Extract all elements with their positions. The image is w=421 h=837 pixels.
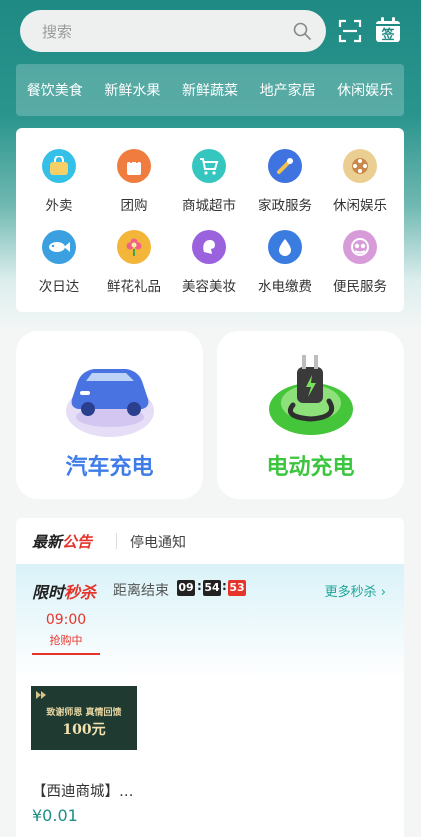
service-label: 水电缴费 <box>258 279 312 295</box>
time-slot-tab[interactable]: 09:00 <box>32 612 100 628</box>
service-flowers[interactable]: 鲜花礼品 <box>95 230 173 295</box>
shopping-cart-icon <box>192 149 226 183</box>
countdown-hours: 09 <box>177 580 195 596</box>
service-next-day[interactable]: 次日达 <box>20 230 98 295</box>
category-item[interactable]: 地产家居 <box>260 80 316 100</box>
car-charging-label: 汽车充电 <box>65 455 154 480</box>
service-group-buy[interactable]: 团购 <box>95 149 173 214</box>
search-placeholder: 搜索 <box>42 23 73 41</box>
beauty-face-icon <box>192 230 226 264</box>
film-reel-icon <box>343 149 377 183</box>
chevron-right-icon: › <box>380 585 386 600</box>
electric-charging-card[interactable]: 电动充电 <box>217 331 404 499</box>
scan-icon[interactable] <box>338 19 362 43</box>
service-label: 休闲娱乐 <box>333 198 387 214</box>
time-slot-status: 抢购中 <box>49 634 83 647</box>
service-label: 外卖 <box>45 198 73 214</box>
category-item[interactable]: 新鲜水果 <box>104 80 160 100</box>
notice-brand-part-b: 公告 <box>62 533 93 551</box>
flash-sale-section: 限时秒杀 距离结束 09 : 54 : 53 更多秒杀 › 09:00 抢购中 … <box>16 564 404 837</box>
shopping-bag-icon <box>117 149 151 183</box>
service-label: 家政服务 <box>258 198 312 214</box>
flash-sale-title: 限时秒杀 <box>32 579 96 603</box>
notice-brand-part-a: 最新 <box>32 533 63 551</box>
notice-text[interactable]: 停电通知 <box>130 532 186 552</box>
flash-sale-title-part-a: 限时 <box>32 583 65 602</box>
service-label: 便民服务 <box>333 279 387 295</box>
sign-in-calendar-icon[interactable]: 签 <box>374 16 402 44</box>
product-name[interactable]: 【西迪商城】… <box>32 780 134 801</box>
countdown-separator: : <box>222 579 227 593</box>
top-bar: 搜索 签 <box>20 10 410 52</box>
svg-text:签: 签 <box>380 27 395 43</box>
countdown-label: 距离结束 <box>113 583 169 599</box>
service-mall[interactable]: 商城超市 <box>170 149 248 214</box>
countdown-separator: : <box>197 579 202 593</box>
service-takeout[interactable]: 外卖 <box>20 149 98 214</box>
flash-sale-title-part-b: 秒杀 <box>64 583 97 602</box>
service-convenience[interactable]: 便民服务 <box>321 230 399 295</box>
product-price: ¥0.01 <box>32 806 78 825</box>
car-icon <box>66 369 154 437</box>
countdown-minutes: 54 <box>203 580 221 596</box>
flower-icon <box>117 230 151 264</box>
service-label: 商城超市 <box>182 198 236 214</box>
service-label: 团购 <box>120 198 148 214</box>
service-grid: 外卖 团购 商城超市 家政服务 休闲娱乐 次日达 鲜花礼品 美容美妆 水电缴费 … <box>16 128 404 312</box>
search-input[interactable]: 搜索 <box>20 10 326 52</box>
service-label: 鲜花礼品 <box>107 279 161 295</box>
product-image-amount: 100元 <box>62 722 106 738</box>
service-beauty[interactable]: 美容美妆 <box>170 230 248 295</box>
category-item[interactable]: 餐饮美食 <box>27 80 83 100</box>
water-drop-icon <box>268 230 302 264</box>
more-flash-sale-link[interactable]: 更多秒杀 › <box>325 581 386 600</box>
notice-bar[interactable]: 最新公告 停电通知 <box>16 518 404 564</box>
product-image[interactable]: 致谢师恩 真情回馈 100元 <box>31 686 137 750</box>
service-housekeeping[interactable]: 家政服务 <box>246 149 324 214</box>
electric-charging-label: 电动充电 <box>266 455 355 480</box>
takeout-bag-icon <box>42 149 76 183</box>
category-item[interactable]: 休闲娱乐 <box>337 80 393 100</box>
service-label: 次日达 <box>38 279 80 295</box>
category-item[interactable]: 新鲜蔬菜 <box>182 80 238 100</box>
product-image-caption: 致谢师恩 真情回馈 <box>46 708 122 718</box>
service-leisure[interactable]: 休闲娱乐 <box>321 149 399 214</box>
fish-icon <box>42 230 76 264</box>
service-label: 美容美妆 <box>182 279 236 295</box>
car-charging-card[interactable]: 汽车充电 <box>16 331 203 499</box>
community-service-icon <box>343 230 377 264</box>
countdown-seconds: 53 <box>228 580 246 596</box>
service-utilities[interactable]: 水电缴费 <box>246 230 324 295</box>
cleaning-brush-icon <box>268 149 302 183</box>
search-icon[interactable] <box>292 21 312 41</box>
more-flash-sale-label: 更多秒杀 <box>324 585 377 600</box>
time-slot-underline <box>32 653 100 655</box>
category-strip: 餐饮美食 新鲜水果 新鲜蔬菜 地产家居 休闲娱乐 <box>16 64 404 116</box>
store-logo-icon <box>36 691 46 699</box>
notice-divider <box>116 533 117 549</box>
plug-icon <box>269 355 353 435</box>
notice-brand: 最新公告 <box>32 531 92 552</box>
